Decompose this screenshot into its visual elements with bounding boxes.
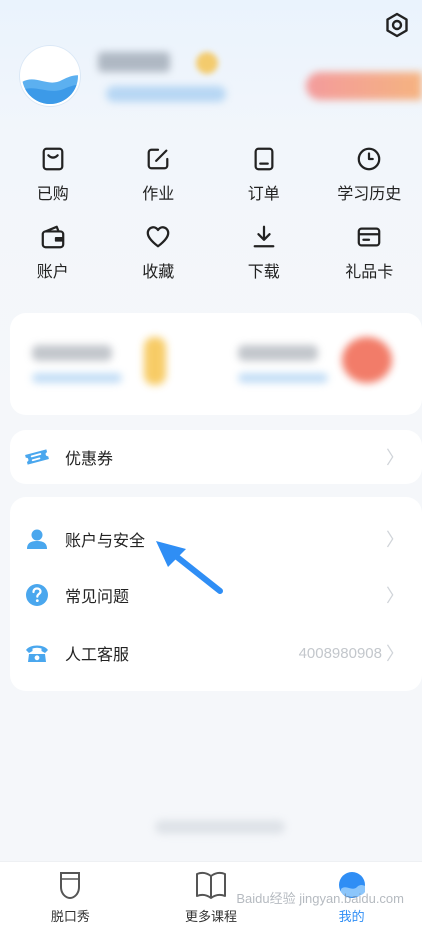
promo-right-sub-blurred (238, 373, 328, 383)
chevron-right-icon: 〉 (386, 586, 404, 607)
grid-item-orders[interactable]: 订单 (211, 146, 317, 204)
menu-item-label: 常见问题 (65, 587, 130, 606)
grid-label: 下载 (247, 262, 280, 281)
promo-right-title-blurred (238, 345, 318, 361)
menu-item-label: 人工客服 (65, 645, 130, 664)
promo-left-sub-blurred (32, 373, 122, 383)
promo-left-title-blurred (32, 345, 112, 361)
bag-icon (42, 147, 64, 171)
grid-item-homework[interactable]: 作业 (106, 146, 212, 204)
avatar[interactable] (20, 46, 80, 106)
chevron-right-icon: 〉 (386, 448, 404, 469)
phone-icon (24, 640, 50, 666)
grid-label: 账户 (36, 262, 69, 281)
grid-item-purchased[interactable]: 已购 (0, 146, 106, 204)
avatar-wave-image (22, 75, 78, 104)
book-icon (196, 871, 226, 899)
question-icon (24, 582, 50, 608)
grid-label: 学习历史 (337, 184, 402, 203)
menu-item-account-security[interactable]: 账户与安全 〉 (10, 515, 422, 563)
grid-item-favorites[interactable]: 收藏 (106, 224, 212, 282)
menu-item-faq[interactable]: 常见问题 〉 (10, 571, 422, 619)
vip-banner-blurred[interactable] (306, 72, 422, 100)
download-icon (253, 225, 275, 248)
profile-tab-icon (338, 872, 365, 898)
grid-label: 收藏 (142, 262, 175, 281)
menu-item-label: 账户与安全 (65, 531, 146, 550)
level-badge-blurred (196, 52, 218, 74)
grid-item-downloads[interactable]: 下载 (211, 224, 317, 282)
tab-talk-show[interactable]: 脱口秀 (0, 862, 141, 930)
grid-label: 已购 (36, 184, 69, 203)
coupon-label: 优惠券 (65, 449, 114, 468)
chevron-right-icon: 〉 (386, 644, 404, 665)
promo-left-image-blurred (144, 337, 166, 385)
service-phone-number: 4008980908 (298, 644, 382, 662)
coupon-row[interactable]: 优惠券 〉 (10, 433, 422, 481)
card-icon (357, 227, 381, 247)
settings-button[interactable] (382, 10, 412, 40)
profile-header[interactable] (20, 46, 422, 116)
grid-item-account[interactable]: 账户 (0, 224, 106, 282)
order-icon (254, 147, 274, 171)
gear-icon (386, 12, 408, 38)
clock-icon (357, 147, 381, 171)
grid-label: 礼品卡 (345, 262, 394, 281)
bottom-tab-bar: 脱口秀 更多课程 我的 (0, 861, 422, 930)
wallet-icon (41, 225, 65, 249)
grid-label: 订单 (247, 184, 280, 203)
tab-mine[interactable]: 我的 (281, 862, 422, 930)
settings-menu-card: 账户与安全 〉 常见问题 〉 人工客服 4008980908 〉 (10, 497, 422, 691)
tab-label: 我的 (338, 910, 365, 925)
grid-label: 作业 (142, 184, 175, 203)
user-name-blurred (98, 52, 170, 72)
function-grid: 已购 作业 订单 学习历史 账户 收藏 下载 礼品卡 (0, 146, 422, 282)
tab-more-courses[interactable]: 更多课程 (141, 862, 282, 930)
user-subtitle-blurred (106, 86, 226, 102)
coupon-card[interactable]: 优惠券 〉 (10, 430, 422, 484)
chevron-right-icon: 〉 (386, 530, 404, 551)
footer-text-blurred (155, 820, 285, 834)
grid-item-history[interactable]: 学习历史 (317, 146, 422, 204)
heart-icon (146, 226, 170, 248)
ticket-icon (24, 444, 50, 470)
tab-label: 脱口秀 (50, 910, 90, 925)
promo-right-image-blurred (342, 337, 392, 383)
grid-item-gift-card[interactable]: 礼品卡 (317, 224, 422, 282)
tab-label: 更多课程 (185, 910, 238, 925)
edit-icon (147, 148, 169, 170)
menu-item-customer-service[interactable]: 人工客服 4008980908 〉 (10, 629, 422, 677)
user-icon (24, 526, 50, 552)
mic-icon (60, 872, 81, 900)
promo-card[interactable] (10, 313, 422, 415)
